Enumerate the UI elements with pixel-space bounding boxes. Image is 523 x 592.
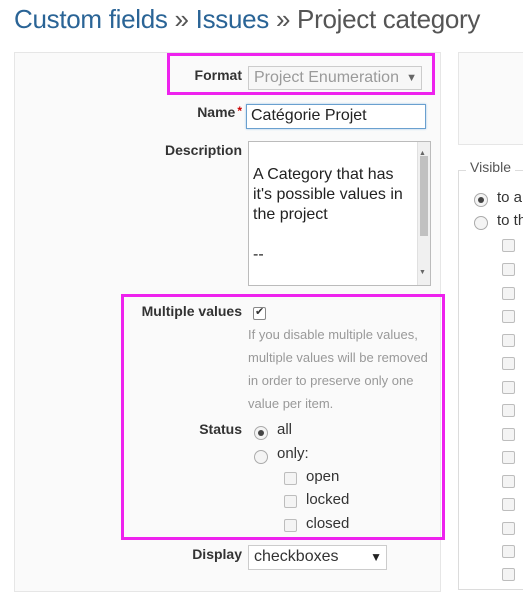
role-checkbox[interactable] xyxy=(502,428,515,441)
format-highlight-box xyxy=(167,53,435,95)
breadcrumb-current: Project category xyxy=(297,4,481,34)
page-title: Custom fields » Issues » Project categor… xyxy=(14,4,480,35)
visible-to-roles-radio[interactable] xyxy=(474,216,488,230)
role-checkbox[interactable] xyxy=(502,568,515,581)
role-checkbox[interactable] xyxy=(502,381,515,394)
breadcrumb-separator: » xyxy=(174,4,189,34)
textarea-scrollbar[interactable]: ▲ ▼ xyxy=(417,142,430,285)
visible-to-roles-label: to th xyxy=(497,212,523,229)
scroll-down-icon[interactable]: ▼ xyxy=(419,263,426,283)
breadcrumb-custom-fields-link[interactable]: Custom fields xyxy=(14,4,168,34)
breadcrumb-issues-link[interactable]: Issues xyxy=(196,4,270,34)
breadcrumb-separator: » xyxy=(275,4,291,34)
description-textarea[interactable]: A Category that has it's possible values… xyxy=(248,141,431,286)
dropdown-arrow-icon: ▼ xyxy=(370,550,382,564)
visible-legend: Visible xyxy=(466,159,515,175)
role-checkbox[interactable] xyxy=(502,498,515,511)
role-checkbox[interactable] xyxy=(502,310,515,323)
visible-to-all-radio[interactable] xyxy=(474,193,488,207)
multiple-values-highlight-box xyxy=(121,294,445,540)
display-label: Display xyxy=(192,546,242,562)
role-checkbox[interactable] xyxy=(502,404,515,417)
role-checkbox[interactable] xyxy=(502,475,515,488)
required-marker: * xyxy=(237,104,242,118)
role-checkbox[interactable] xyxy=(502,334,515,347)
display-select-value: checkboxes xyxy=(254,548,339,565)
visible-to-all-label: to a xyxy=(497,189,523,206)
role-checkbox[interactable] xyxy=(502,451,515,464)
scrollbar-thumb[interactable] xyxy=(420,156,428,236)
name-input[interactable]: Catégorie Projet xyxy=(246,104,426,129)
role-checkbox[interactable] xyxy=(502,522,515,535)
role-checkbox[interactable] xyxy=(502,545,515,558)
name-label: Name * xyxy=(150,104,242,120)
role-checkbox[interactable] xyxy=(502,287,515,300)
role-checkbox[interactable] xyxy=(502,263,515,276)
display-select[interactable]: checkboxes ▼ xyxy=(248,545,387,570)
description-label: Description xyxy=(164,142,242,158)
role-checkbox[interactable] xyxy=(502,239,515,252)
right-top-panel xyxy=(458,52,523,145)
name-label-text: Name xyxy=(197,104,236,120)
role-checkbox[interactable] xyxy=(502,357,515,370)
description-textarea-value: A Category that has it's possible values… xyxy=(253,166,403,263)
